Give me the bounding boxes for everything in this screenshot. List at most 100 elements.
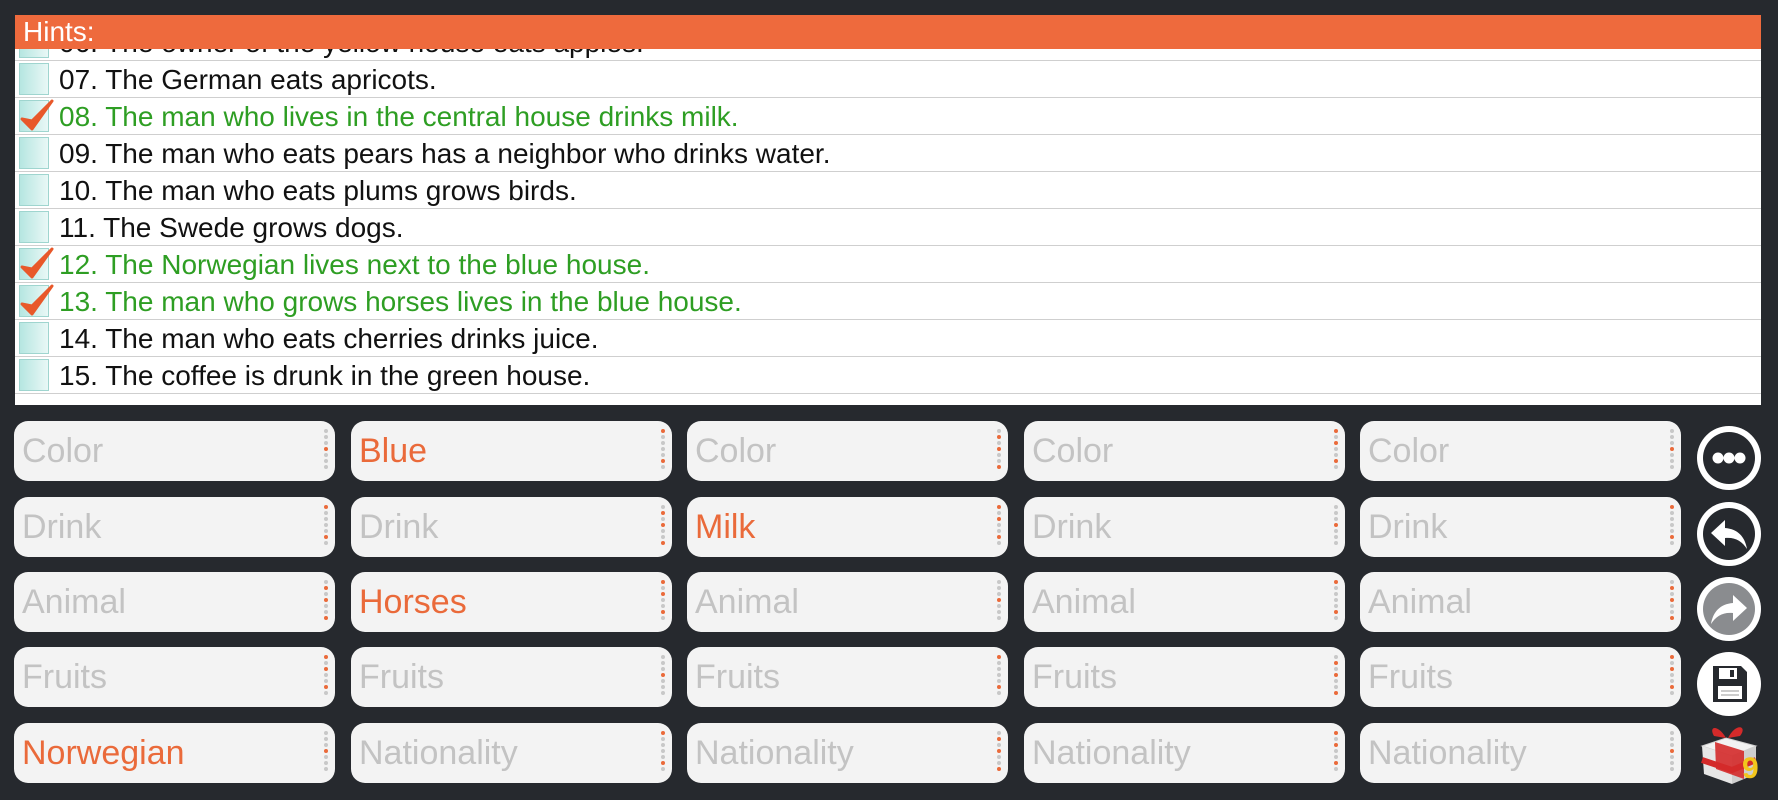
cell-scroll-indicator (323, 505, 329, 549)
hints-list[interactable]: 06. The owner of the yellow house eats a… (15, 49, 1761, 405)
grid-cell-select[interactable]: Fruits (351, 647, 672, 707)
grid-cell-value: Drink (359, 508, 439, 546)
undo-icon (1703, 508, 1755, 560)
grid-cell-select[interactable]: Fruits (1024, 647, 1345, 707)
more-button[interactable] (1697, 426, 1761, 490)
grid-cell-select[interactable]: Animal (687, 572, 1008, 632)
hint-checkbox[interactable] (19, 284, 54, 317)
cell-scroll-indicator (1669, 731, 1675, 775)
grid-cell-select[interactable]: Norwegian (14, 723, 335, 783)
grid-cell-select[interactable]: Nationality (1024, 723, 1345, 783)
hint-row[interactable]: 10. The man who eats plums grows birds. (15, 172, 1761, 209)
checkmark-icon (20, 99, 54, 131)
grid-cell-value: Animal (1368, 583, 1472, 621)
cell-scroll-indicator (660, 655, 666, 699)
cell-scroll-indicator (323, 731, 329, 775)
grid-cell-value: Fruits (22, 658, 107, 696)
cell-scroll-indicator (996, 429, 1002, 473)
hint-text: 13. The man who grows horses lives in th… (59, 286, 742, 317)
hint-text: 11. The Swede grows dogs. (59, 212, 404, 243)
cell-scroll-indicator (996, 580, 1002, 624)
hint-row[interactable]: 12. The Norwegian lives next to the blue… (15, 246, 1761, 283)
grid-cell-select[interactable]: Milk (687, 497, 1008, 557)
grid-cell-select[interactable]: Nationality (351, 723, 672, 783)
grid-cell-value: Nationality (1368, 734, 1527, 772)
grid-cell-select[interactable]: Color (687, 421, 1008, 481)
cell-scroll-indicator (1669, 655, 1675, 699)
grid-cell-value: Fruits (695, 658, 780, 696)
cell-scroll-indicator (996, 505, 1002, 549)
cell-scroll-indicator (996, 655, 1002, 699)
grid-cell-select[interactable]: Fruits (14, 647, 335, 707)
grid-cell-value: Color (1032, 432, 1114, 470)
hint-checkbox[interactable] (19, 63, 49, 95)
redo-icon (1703, 583, 1755, 635)
hint-checkbox[interactable] (19, 99, 54, 132)
cell-scroll-indicator (1669, 429, 1675, 473)
save-button[interactable] (1697, 652, 1761, 716)
hint-checkbox[interactable] (19, 247, 54, 280)
grid-cell-select[interactable]: Fruits (687, 647, 1008, 707)
cell-scroll-indicator (1333, 655, 1339, 699)
hints-panel: Hints: 06. The owner of the yellow house… (15, 15, 1761, 405)
hint-text: 12. The Norwegian lives next to the blue… (59, 249, 650, 280)
grid-cell-select[interactable]: Animal (14, 572, 335, 632)
hint-text: 08. The man who lives in the central hou… (59, 101, 739, 132)
grid-cell-value: Animal (695, 583, 799, 621)
hint-text: 10. The man who eats plums grows birds. (59, 175, 577, 206)
hint-row[interactable]: 08. The man who lives in the central hou… (15, 98, 1761, 135)
cell-scroll-indicator (1333, 731, 1339, 775)
hint-text: 14. The man who eats cherries drinks jui… (59, 323, 599, 354)
grid-cell-select[interactable]: Animal (1024, 572, 1345, 632)
cell-scroll-indicator (660, 505, 666, 549)
grid-cell-select[interactable]: Color (14, 421, 335, 481)
grid-cell-value: Fruits (1032, 658, 1117, 696)
hint-row[interactable]: 13. The man who grows horses lives in th… (15, 283, 1761, 320)
hint-row[interactable]: 09. The man who eats pears has a neighbo… (15, 135, 1761, 172)
grid-cell-value: Color (22, 432, 104, 470)
grid-cell-select[interactable]: Nationality (687, 723, 1008, 783)
grid-cell-select[interactable]: Drink (1024, 497, 1345, 557)
cell-scroll-indicator (1333, 505, 1339, 549)
hint-row[interactable]: 11. The Swede grows dogs. (15, 209, 1761, 246)
grid-cell-select[interactable]: Drink (1360, 497, 1681, 557)
redo-button[interactable] (1697, 577, 1761, 641)
cell-scroll-indicator (1669, 580, 1675, 624)
hint-row[interactable]: 07. The German eats apricots. (15, 61, 1761, 98)
hint-text: 09. The man who eats pears has a neighbo… (59, 138, 831, 169)
hint-row[interactable]: 14. The man who eats cherries drinks jui… (15, 320, 1761, 357)
cell-scroll-indicator (660, 731, 666, 775)
grid-cell-select[interactable]: Fruits (1360, 647, 1681, 707)
grid-cell-select[interactable]: Horses (351, 572, 672, 632)
hint-text: 06. The owner of the yellow house eats a… (59, 49, 644, 61)
grid-cell-select[interactable]: Color (1024, 421, 1345, 481)
hint-checkbox[interactable] (19, 137, 49, 169)
grid-cell-select[interactable]: Drink (351, 497, 672, 557)
grid-cell-value: Fruits (359, 658, 444, 696)
hint-checkbox[interactable] (19, 49, 49, 58)
hint-checkbox[interactable] (19, 211, 49, 243)
undo-button[interactable] (1697, 502, 1761, 566)
cell-scroll-indicator (323, 580, 329, 624)
hint-checkbox[interactable] (19, 322, 49, 354)
grid-cell-select[interactable]: Blue (351, 421, 672, 481)
hint-row[interactable]: 15. The coffee is drunk in the green hou… (15, 357, 1761, 394)
grid-cell-value: Norwegian (22, 734, 185, 772)
save-icon (1713, 666, 1747, 702)
hint-count-badge: 9 (1742, 752, 1759, 785)
hint-checkbox[interactable] (19, 174, 49, 206)
hint-row[interactable]: 06. The owner of the yellow house eats a… (15, 49, 1761, 61)
hints-header: Hints: (15, 15, 1761, 49)
hint-checkbox[interactable] (19, 359, 49, 391)
grid-cell-value: Drink (1368, 508, 1448, 546)
grid-cell-select[interactable]: Nationality (1360, 723, 1681, 783)
grid-cell-select[interactable]: Color (1360, 421, 1681, 481)
grid-cell-select[interactable]: Animal (1360, 572, 1681, 632)
grid-cell-select[interactable]: Drink (14, 497, 335, 557)
cell-scroll-indicator (1669, 505, 1675, 549)
grid-cell-value: Fruits (1368, 658, 1453, 696)
grid-cell-value: Horses (359, 583, 467, 621)
cell-scroll-indicator (660, 580, 666, 624)
hint-text: 07. The German eats apricots. (59, 64, 437, 95)
cell-scroll-indicator (323, 429, 329, 473)
